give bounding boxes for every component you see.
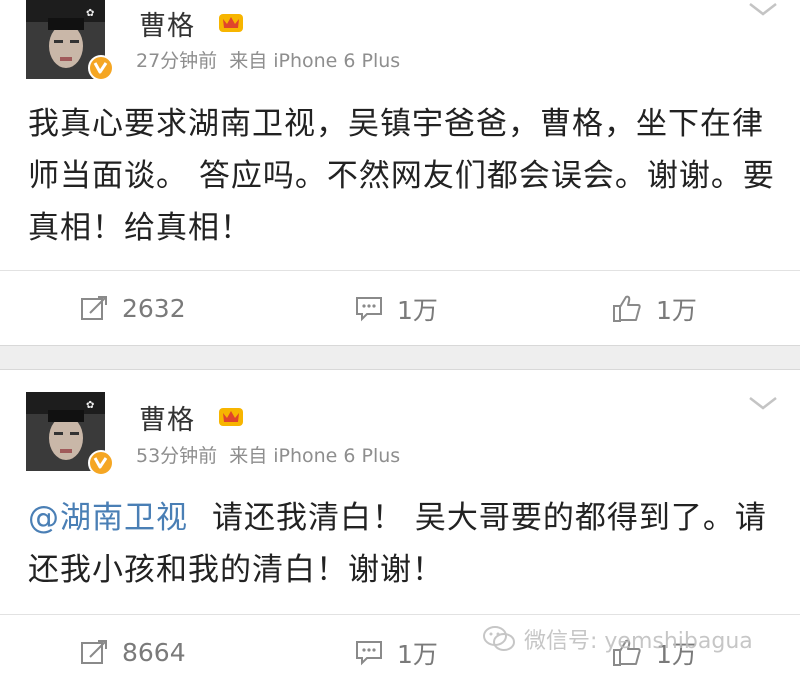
verified-badge-icon [88,55,114,81]
watermark: 微信号: yemshibagua [482,623,753,655]
svg-text:✿: ✿ [86,400,94,411]
post-text: 我真心要求湖南卫视，吴镇宇爸爸，曹格，坐下在律师当面谈。 答应吗。不然网友们都会… [28,98,783,254]
post-body: 我真心要求湖南卫视，吴镇宇爸爸，曹格，坐下在律师当面谈。 答应吗。不然网友们都会… [28,106,775,246]
svg-text:✿: ✿ [86,8,94,19]
comment-count: 1万 [397,639,438,669]
weibo-post: ✿ 曹格 27分钟前 来自 iPhone 6 Plus 我真心要求湖南卫视，吴镇宇… [0,0,800,345]
post-divider [0,345,800,370]
crown-icon [218,10,244,34]
chevron-down-icon[interactable] [748,394,778,412]
repost-icon [81,639,107,664]
action-bar: 2632 1万 1万 [0,270,800,346]
chevron-down-icon[interactable] [748,0,778,18]
username[interactable]: 曹格 [139,398,195,437]
repost-count: 8664 [122,638,186,667]
comment-count: 1万 [397,295,438,325]
post-text: @湖南卫视 请还我清白！ 吴大哥要的都得到了。请还我小孩和我的清白！谢谢！ [28,492,783,596]
mention-link[interactable]: @湖南卫视 [28,500,188,536]
watermark-text: 微信号: yemshibagua [524,629,753,654]
post-time: 53分钟前 [136,445,218,467]
comment-icon [356,296,382,321]
wechat-icon [483,626,515,651]
repost-button[interactable]: 8664 [80,615,186,690]
comment-button[interactable]: 1万 [355,615,438,690]
repost-count: 2632 [122,294,186,323]
comment-icon [356,640,382,665]
post-meta: 27分钟前 来自 iPhone 6 Plus [136,46,400,73]
post-time: 27分钟前 [136,50,218,72]
repost-icon [81,295,107,320]
comment-button[interactable]: 1万 [355,271,438,346]
post-source: 来自 iPhone 6 Plus [229,50,401,72]
like-count: 1万 [656,295,697,325]
post-meta: 53分钟前 来自 iPhone 6 Plus [136,441,400,468]
like-icon [613,295,641,322]
crown-icon [218,404,244,428]
post-source: 来自 iPhone 6 Plus [229,445,401,467]
repost-button[interactable]: 2632 [80,271,186,346]
username[interactable]: 曹格 [139,4,195,43]
like-button[interactable]: 1万 [612,271,697,346]
verified-badge-icon [88,450,114,476]
